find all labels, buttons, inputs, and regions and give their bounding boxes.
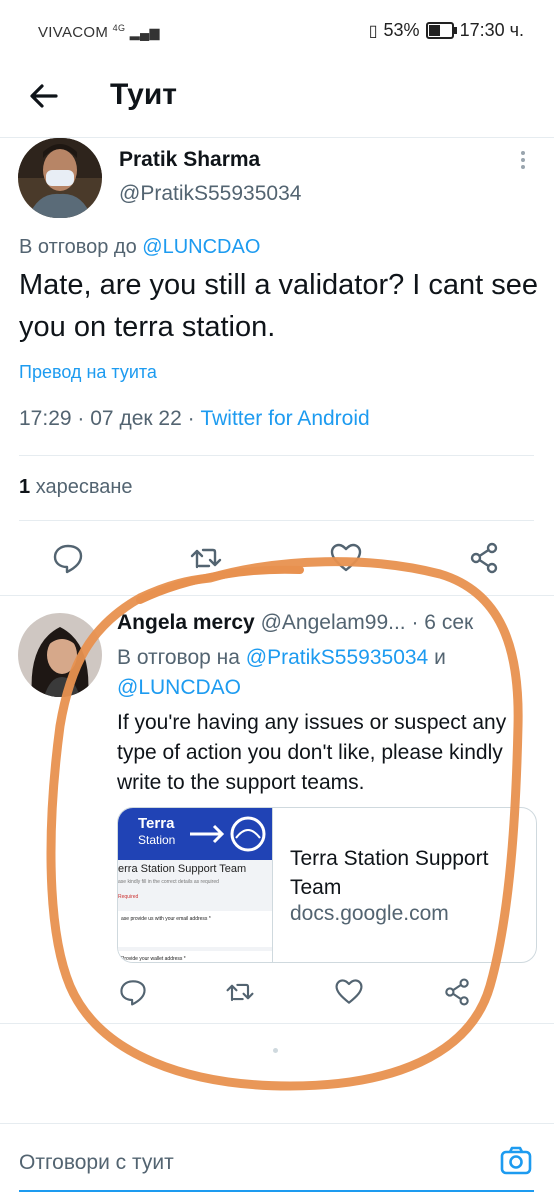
- tweet-meta: 17:29 · 07 дек 22 · Twitter for Android: [19, 407, 370, 431]
- reply-handle-link[interactable]: @LUNCDAO: [142, 236, 260, 258]
- likes-count: 1: [19, 476, 31, 498]
- carrier-label: VIVACOM 4G ▂▄▆: [38, 23, 160, 41]
- avatar-image: [18, 138, 102, 218]
- pratik-handle[interactable]: @PratikS55935034: [119, 182, 301, 206]
- reply-input[interactable]: Отговори с туит: [19, 1151, 174, 1175]
- battery-icon: [425, 22, 457, 39]
- reply-prefix: В отговор до: [19, 236, 137, 258]
- meta-separator: ·: [187, 407, 195, 430]
- status-bar: VIVACOM 4G ▂▄▆ ▯ 53% 17:30 ч.: [0, 0, 554, 60]
- app-bar: Туит: [0, 62, 554, 134]
- vibrate-icon: ▯: [368, 22, 378, 40]
- reply-to-line: В отговор до @LUNCDAO: [19, 236, 260, 259]
- camera-button[interactable]: [499, 1144, 533, 1178]
- signal-icon: ▂▄▆: [129, 25, 160, 40]
- hand-drawn-circle: [46, 557, 523, 1091]
- status-right: ▯ 53% 17:30 ч.: [369, 20, 524, 41]
- pratik-name[interactable]: Pratik Sharma: [119, 148, 260, 172]
- header-divider: [0, 137, 554, 138]
- carrier-name: VIVACOM: [38, 24, 109, 41]
- page-title: Туит: [110, 78, 178, 111]
- tweet-date: 07 дек 22: [90, 407, 182, 430]
- likes-label: харесване: [35, 476, 133, 498]
- stats-divider: [19, 520, 534, 521]
- battery-percent: 53%: [383, 20, 420, 40]
- clock: 17:30 ч.: [459, 20, 524, 40]
- camera-icon: [500, 1146, 532, 1175]
- translate-link[interactable]: Превод на туита: [19, 362, 157, 383]
- back-button[interactable]: [26, 78, 62, 114]
- composer-underline: [19, 1190, 534, 1192]
- tweet-text: Mate, are you still a validator? I cant …: [19, 269, 539, 343]
- back-arrow-icon: [30, 84, 58, 108]
- tweet-time: 17:29: [19, 407, 72, 430]
- meta-divider: [19, 455, 534, 456]
- reply-composer[interactable]: Отговори с туит: [0, 1124, 554, 1200]
- meta-separator: ·: [77, 407, 85, 430]
- battery-fill: [428, 25, 440, 36]
- network-label: 4G: [112, 23, 126, 33]
- pratik-avatar[interactable]: [18, 138, 102, 218]
- tweet-source-link[interactable]: Twitter for Android: [200, 407, 369, 430]
- likes-stat[interactable]: 1 харесване: [19, 476, 133, 499]
- tweet-menu-button[interactable]: [521, 148, 527, 172]
